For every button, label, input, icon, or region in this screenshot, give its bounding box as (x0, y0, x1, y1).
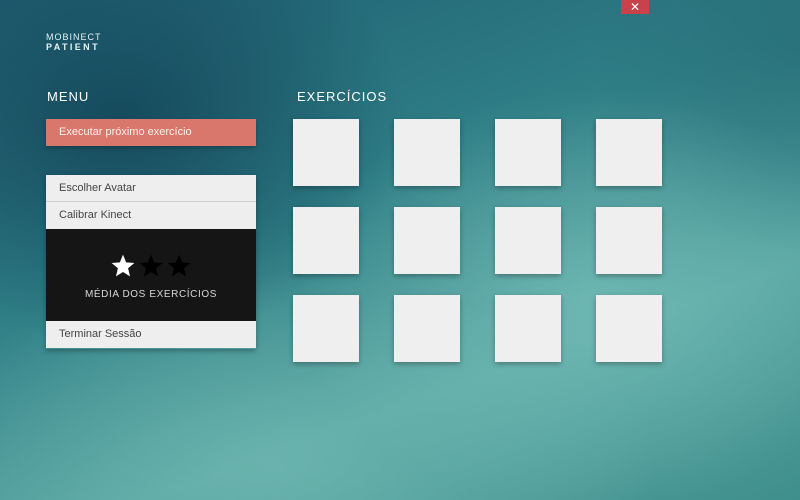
exercise-grid (293, 119, 662, 362)
exercise-tile[interactable] (495, 207, 561, 274)
exercise-tile[interactable] (495, 295, 561, 362)
exercise-tile[interactable] (596, 119, 662, 186)
menu-title: MENU (47, 89, 90, 104)
exercise-tile[interactable] (596, 207, 662, 274)
next-exercise-button[interactable]: Executar próximo exercício (46, 119, 256, 146)
close-icon: ✕ (629, 0, 641, 14)
star-empty-icon (167, 254, 191, 277)
menu-item-end-session[interactable]: Terminar Sessão (46, 321, 256, 348)
menu-item-calibrate-kinect[interactable]: Calibrar Kinect (46, 202, 256, 229)
star-empty-icon (139, 254, 163, 277)
star-filled-icon (111, 254, 135, 277)
logo-line-1: MOBINECT (46, 32, 102, 42)
app-logo: MOBINECT PATIENT (46, 32, 102, 53)
rating-stars (110, 251, 192, 281)
logo-line-2: PATIENT (46, 42, 100, 52)
exercise-tile[interactable] (394, 295, 460, 362)
menu-item-choose-avatar[interactable]: Escolher Avatar (46, 175, 256, 202)
rating-label: MÉDIA DOS EXERCÍCIOS (84, 289, 218, 300)
exercises-title: EXERCÍCIOS (297, 89, 388, 104)
exercise-tile[interactable] (394, 207, 460, 274)
exercise-tile[interactable] (293, 119, 359, 186)
exercise-tile[interactable] (293, 207, 359, 274)
exercise-tile[interactable] (596, 295, 662, 362)
close-button[interactable]: ✕ (621, 0, 649, 14)
exercise-rating: MÉDIA DOS EXERCÍCIOS (46, 229, 256, 321)
exercise-tile[interactable] (394, 119, 460, 186)
exercise-tile[interactable] (293, 295, 359, 362)
exercise-tile[interactable] (495, 119, 561, 186)
menu-panel: Escolher Avatar Calibrar Kinect MÉDIA DO… (46, 175, 256, 349)
